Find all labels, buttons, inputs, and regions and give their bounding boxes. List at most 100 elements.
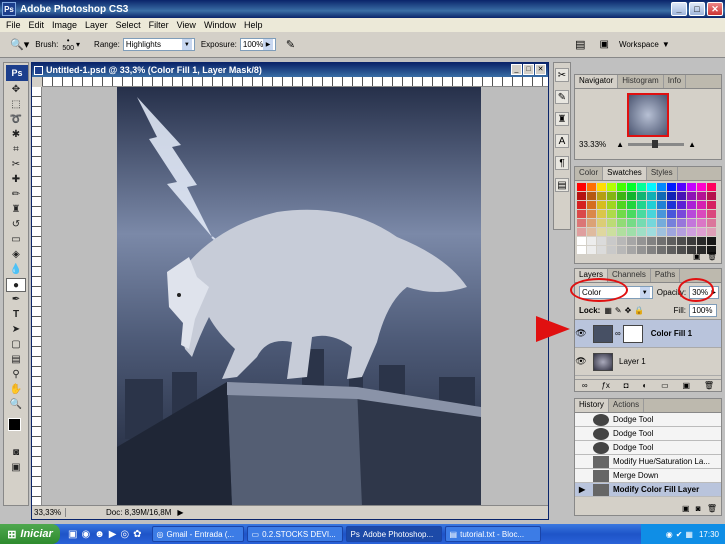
color-swatch[interactable] [707,237,716,245]
fill-input[interactable]: 100% [689,304,717,317]
doc-close-button[interactable]: ✕ [535,64,546,75]
color-swatch[interactable] [637,192,646,200]
color-swatch[interactable] [607,183,616,191]
layer-style-icon[interactable]: ƒx [601,381,609,390]
color-swatch[interactable] [687,201,696,209]
color-swatch[interactable] [707,183,716,191]
color-swatch[interactable] [627,183,636,191]
dodge-tool-icon[interactable]: ● [6,278,26,292]
color-swatch[interactable] [687,219,696,227]
foreground-color-swatch[interactable] [8,418,21,431]
tab-navigator[interactable]: Navigator [575,75,619,88]
color-swatch[interactable] [707,210,716,218]
lock-position-icon[interactable]: ✥ [625,306,632,315]
color-swatch[interactable] [707,219,716,227]
range-select[interactable]: Highlights ▼ [122,38,195,51]
color-swatch[interactable] [607,228,616,236]
color-swatch[interactable] [647,228,656,236]
type-tool-icon[interactable]: T [6,308,26,322]
color-swatch[interactable] [667,192,676,200]
move-tool-icon[interactable]: ✥ [6,83,26,97]
screen-mode-icon[interactable]: ▣ [6,461,26,475]
delete-state-icon[interactable]: 🗑 [707,504,717,513]
new-group-icon[interactable]: ▭ [661,381,669,390]
media-icon[interactable]: ▶ [109,529,117,540]
minimize-button[interactable]: _ [671,2,687,16]
color-swatch[interactable] [607,237,616,245]
color-swatch[interactable] [707,228,716,236]
layer-row-color-fill[interactable]: 👁 ∞ Color Fill 1 [575,320,721,348]
menu-image[interactable]: Image [48,20,81,30]
color-swatch[interactable] [657,183,666,191]
messenger-icon[interactable]: ☻ [94,529,105,540]
color-swatch[interactable] [617,192,626,200]
link-layers-icon[interactable]: ∞ [582,381,588,390]
color-swatch[interactable] [637,246,646,254]
color-swatch[interactable] [637,201,646,209]
color-swatch[interactable] [647,246,656,254]
color-swatch[interactable] [577,201,586,209]
color-swatch[interactable] [707,201,716,209]
layer-row-layer-1[interactable]: 👁 Layer 1 [575,348,721,376]
tool-preset-picker[interactable]: 🔍▾ [10,38,29,51]
color-swatch[interactable] [627,201,636,209]
blur-tool-icon[interactable]: 💧 [6,263,26,277]
add-mask-icon[interactable]: ◘ [624,381,629,390]
color-swatch[interactable] [687,210,696,218]
eraser-tool-icon[interactable]: ▭ [6,233,26,247]
color-swatch[interactable] [577,237,586,245]
color-swatch[interactable] [707,192,716,200]
navigator-zoom-slider[interactable] [628,140,685,148]
app-icon[interactable]: ✿ [133,529,141,540]
history-brush-tool-icon[interactable]: ↺ [6,218,26,232]
antivirus-icon[interactable]: ✔ [676,530,683,539]
pen-tool-icon[interactable]: ✒ [6,293,26,307]
tab-paths[interactable]: Paths [651,269,681,282]
menu-file[interactable]: File [2,20,25,30]
color-swatch[interactable] [667,183,676,191]
character-icon[interactable]: A [555,134,569,148]
magic-wand-tool-icon[interactable]: ✱ [6,128,26,142]
delete-layer-icon[interactable]: 🗑 [704,381,714,390]
lock-all-icon[interactable]: 🔒 [634,306,644,315]
hand-tool-icon[interactable]: ✋ [6,383,26,397]
history-item[interactable]: Dodge Tool [575,413,721,427]
doc-minimize-button[interactable]: _ [511,64,522,75]
quick-mask-icon[interactable]: ◙ [6,446,26,460]
color-swatch[interactable] [697,237,706,245]
color-swatch[interactable] [587,246,596,254]
slice-tool-icon[interactable]: ✂ [6,158,26,172]
color-swatch[interactable] [597,183,606,191]
menu-filter[interactable]: Filter [145,20,173,30]
color-swatch[interactable] [677,201,686,209]
navigator-preview[interactable] [627,93,669,137]
color-swatch[interactable] [587,192,596,200]
history-item-current[interactable]: ▶ Modify Color Fill Layer [575,483,721,497]
color-swatch[interactable] [697,228,706,236]
color-swatch[interactable] [587,183,596,191]
color-swatch[interactable] [687,183,696,191]
color-swatch[interactable] [677,237,686,245]
color-swatch[interactable] [657,210,666,218]
color-swatch[interactable] [577,192,586,200]
history-item[interactable]: Modify Hue/Saturation La... [575,455,721,469]
color-swatch[interactable] [637,183,646,191]
color-swatch[interactable] [597,237,606,245]
menu-edit[interactable]: Edit [25,20,49,30]
tab-histogram[interactable]: Histogram [618,75,664,88]
tool-presets-icon[interactable]: ✂ [555,68,569,82]
color-swatch[interactable] [627,219,636,227]
color-swatch[interactable] [587,219,596,227]
color-swatch[interactable] [677,246,686,254]
color-swatch[interactable] [607,219,616,227]
color-swatch[interactable] [677,210,686,218]
tray-icon[interactable]: ◉ [666,530,673,539]
color-swatch[interactable] [697,201,706,209]
layer-mask-thumbnail[interactable] [622,324,643,343]
color-swatch[interactable] [577,219,586,227]
color-swatch[interactable] [597,192,606,200]
color-swatch[interactable] [627,210,636,218]
color-swatch[interactable] [647,183,656,191]
workspace-menu[interactable]: ▣ Workspace ▼ [600,39,670,50]
lock-transparency-icon[interactable]: ▦ [604,306,612,315]
